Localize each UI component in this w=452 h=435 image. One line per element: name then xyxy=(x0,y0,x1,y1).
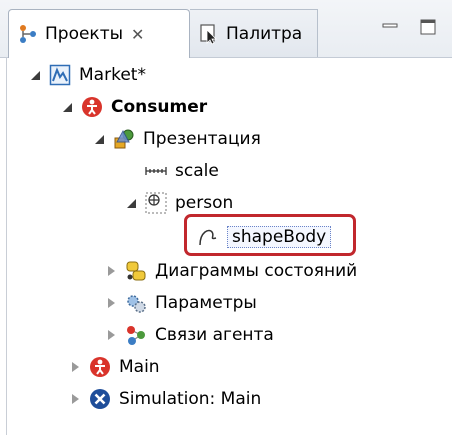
tab-palette-label: Палитра xyxy=(226,23,303,44)
tree-item-agent-links[interactable]: Связи агента xyxy=(105,321,274,349)
simulation-icon xyxy=(89,388,111,410)
agent-presentation-icon xyxy=(145,192,167,214)
tree-label-parameters: Параметры xyxy=(155,293,257,313)
projects-icon xyxy=(17,23,39,45)
tree-item-main[interactable]: Main xyxy=(69,353,160,381)
collapse-icon[interactable] xyxy=(125,197,137,209)
agent-links-icon xyxy=(125,324,147,346)
tree-item-consumer[interactable]: Consumer xyxy=(61,93,207,121)
tree-item-parameters[interactable]: Параметры xyxy=(105,289,257,317)
tree-label-statecharts: Диаграммы состояний xyxy=(155,261,358,281)
highlight-box xyxy=(184,214,356,256)
tree-item-person[interactable]: person xyxy=(125,189,233,217)
tree-label-consumer: Consumer xyxy=(111,97,208,117)
tree-label-simulation: Simulation: Main xyxy=(119,389,262,409)
parameters-icon xyxy=(125,292,147,314)
expand-icon[interactable] xyxy=(69,393,81,405)
tree-item-simulation[interactable]: Simulation: Main xyxy=(69,385,261,413)
statechart-icon xyxy=(125,260,147,282)
expand-icon[interactable] xyxy=(69,361,81,373)
minimize-icon[interactable] xyxy=(380,18,400,36)
tree-item-scale[interactable]: scale xyxy=(145,157,219,185)
tree-item-statecharts[interactable]: Диаграммы состояний xyxy=(105,257,357,285)
scale-icon xyxy=(145,160,167,182)
collapse-icon[interactable] xyxy=(29,69,41,81)
tree-label-main: Main xyxy=(119,357,160,377)
presentation-icon xyxy=(113,128,135,150)
projects-view: Проекты ✕ Палитра Market* Consumer Презе… xyxy=(0,0,452,435)
collapse-icon[interactable] xyxy=(93,133,105,145)
tree-label-person: person xyxy=(175,193,234,213)
tree-label-scale: scale xyxy=(175,161,219,181)
tab-projects-label: Проекты xyxy=(45,24,124,44)
agent-icon xyxy=(81,96,103,118)
close-icon[interactable]: ✕ xyxy=(131,25,144,44)
tree-item-market[interactable]: Market* xyxy=(29,61,146,89)
expand-icon[interactable] xyxy=(105,297,117,309)
maximize-icon[interactable] xyxy=(418,18,438,36)
agent-icon xyxy=(89,356,111,378)
palette-icon xyxy=(198,23,220,45)
tree-label-market: Market* xyxy=(79,65,146,85)
tree-label-presentation: Презентация xyxy=(143,129,261,149)
view-tab-bar: Проекты ✕ Палитра xyxy=(0,0,452,58)
model-icon xyxy=(49,64,71,86)
expand-icon[interactable] xyxy=(105,265,117,277)
tree-label-agent-links: Связи агента xyxy=(155,325,274,345)
expand-icon[interactable] xyxy=(105,329,117,341)
tab-projects[interactable]: Проекты ✕ xyxy=(8,9,190,58)
collapse-icon[interactable] xyxy=(61,101,73,113)
tree-item-presentation[interactable]: Презентация xyxy=(93,125,261,153)
tab-palette[interactable]: Палитра xyxy=(190,9,318,57)
